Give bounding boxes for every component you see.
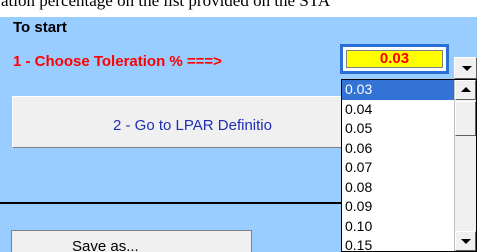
save-as-button[interactable]: Save as... — [11, 230, 252, 252]
dropdown-scrollbar[interactable] — [454, 80, 476, 251]
scroll-down-arrow-icon[interactable] — [455, 231, 476, 251]
toleration-value-field[interactable]: 0.03 — [340, 44, 449, 74]
dropdown-option[interactable]: 0.03 — [342, 80, 454, 100]
dropdown-option[interactable]: 0.15 — [342, 236, 454, 251]
save-as-label: Save as... — [72, 238, 139, 252]
header-text-strip: ation percentage on the list provided on… — [0, 0, 477, 17]
dropdown-option[interactable]: 0.08 — [342, 178, 454, 198]
dropdown-option[interactable]: 0.05 — [342, 119, 454, 139]
dropdown-option[interactable]: 0.09 — [342, 197, 454, 217]
toleration-dropdown-list[interactable]: 0.03 0.04 0.05 0.06 0.07 0.08 0.09 0.10 0.15 — [341, 79, 477, 252]
scroll-thumb[interactable] — [455, 101, 476, 136]
dropdown-option[interactable]: 0.06 — [342, 139, 454, 159]
lpar-button-label: 2 - Go to LPAR Definitio — [113, 117, 272, 134]
section-title: To start — [13, 19, 67, 36]
dropdown-option[interactable]: 0.07 — [342, 158, 454, 178]
toleration-label: 1 - Choose Toleration % ===> — [13, 53, 222, 70]
scroll-up-arrow-icon[interactable] — [455, 80, 476, 100]
dropdown-toggle-button[interactable] — [454, 57, 477, 79]
header-text: ation percentage on the list provided on… — [1, 0, 331, 10]
toleration-value: 0.03 — [346, 50, 443, 68]
dropdown-option[interactable]: 0.04 — [342, 100, 454, 120]
dropdown-options: 0.03 0.04 0.05 0.06 0.07 0.08 0.09 0.10 0.15 — [342, 80, 454, 251]
divider-line — [0, 202, 342, 204]
dropdown-option[interactable]: 0.10 — [342, 217, 454, 237]
